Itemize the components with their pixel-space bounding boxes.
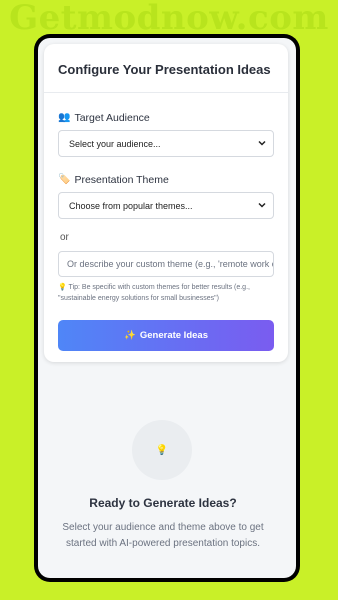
audience-label-text: Target Audience bbox=[74, 112, 150, 124]
generate-button-label: Generate Ideas bbox=[139, 330, 208, 341]
app-screen: Configure Your Presentation Ideas 👥 Targ… bbox=[38, 38, 296, 578]
watermark-text: Getmodnow.com bbox=[9, 0, 329, 38]
tip-text: 💡 Tip: Be specific with custom themes fo… bbox=[58, 282, 276, 304]
divider bbox=[44, 92, 288, 93]
config-card: Configure Your Presentation Ideas 👥 Targ… bbox=[44, 44, 288, 362]
tag-icon: 🏷️ bbox=[58, 174, 71, 185]
theme-select[interactable]: Choose from popular themes... bbox=[58, 192, 274, 219]
tip-text-content: Tip: Be specific with custom themes for … bbox=[58, 284, 250, 302]
phone-frame: Configure Your Presentation Ideas 👥 Targ… bbox=[34, 34, 300, 582]
chevron-down-icon bbox=[258, 140, 266, 146]
lightbulb-icon: 💡 bbox=[155, 444, 169, 456]
theme-label: 🏷️ Presentation Theme bbox=[58, 174, 169, 186]
custom-theme-input[interactable]: Or describe your custom theme (e.g., 're… bbox=[58, 251, 274, 277]
generate-ideas-button[interactable]: ✨ Generate Ideas bbox=[58, 320, 274, 351]
chevron-down-icon bbox=[258, 202, 266, 208]
people-icon: 👥 bbox=[58, 112, 71, 123]
lightbulb-icon: 💡 bbox=[58, 284, 67, 291]
or-separator: or bbox=[60, 232, 69, 243]
empty-state-icon-circle: 💡 bbox=[132, 420, 192, 480]
card-title: Configure Your Presentation Ideas bbox=[58, 62, 271, 77]
sparkles-icon: ✨ bbox=[124, 330, 136, 341]
audience-select[interactable]: Select your audience... bbox=[58, 130, 274, 157]
theme-label-text: Presentation Theme bbox=[74, 174, 169, 186]
theme-select-value: Choose from popular themes... bbox=[69, 200, 193, 211]
audience-select-value: Select your audience... bbox=[69, 138, 161, 149]
empty-state-title: Ready to Generate Ideas? bbox=[89, 496, 237, 510]
custom-theme-placeholder: Or describe your custom theme (e.g., 're… bbox=[67, 259, 274, 269]
empty-state-subtitle: Select your audience and theme above to … bbox=[62, 522, 264, 549]
audience-label: 👥 Target Audience bbox=[58, 112, 150, 124]
